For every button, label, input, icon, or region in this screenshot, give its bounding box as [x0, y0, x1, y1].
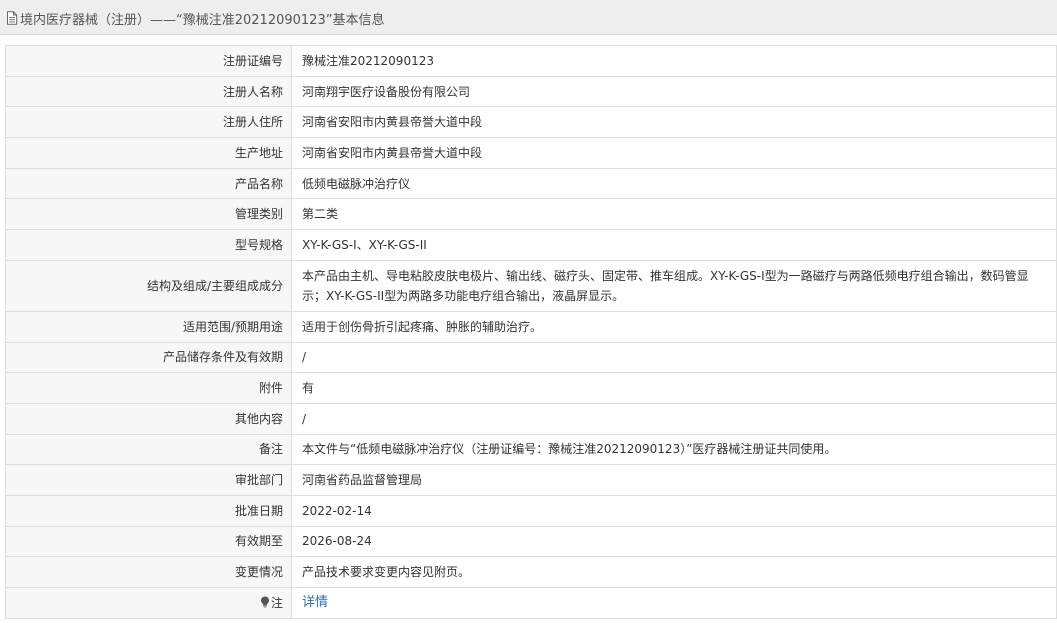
table-row: 适用范围/预期用途 适用于创伤骨折引起疼痛、肿胀的辅助治疗。	[5, 310, 1057, 343]
note-value-cell: 详情	[291, 587, 1057, 619]
note-label: 注	[270, 595, 283, 610]
row-value: 本文件与“低频电磁脉冲治疗仪（注册证编号：豫械注准20212090123）”医疗…	[291, 433, 1057, 466]
row-value: 豫械注准20212090123	[291, 45, 1057, 77]
row-label: 注册人名称	[5, 75, 292, 108]
table-row: 备注 本文件与“低频电磁脉冲治疗仪（注册证编号：豫械注准20212090123）…	[5, 433, 1057, 466]
row-label: 附件	[5, 372, 292, 404]
row-label: 适用范围/预期用途	[5, 310, 292, 343]
note-row: 注 详情	[5, 587, 1057, 619]
row-label: 管理类别	[5, 198, 292, 231]
row-label: 注册人住所	[5, 106, 292, 139]
row-label: 产品名称	[5, 167, 292, 200]
document-icon	[7, 11, 18, 25]
row-value: 低频电磁脉冲治疗仪	[291, 167, 1057, 200]
table-row: 注册证编号 豫械注准20212090123	[5, 45, 1057, 77]
row-value: 产品技术要求变更内容见附页。	[291, 556, 1057, 588]
table-row: 型号规格 XY-K-GS-I、XY-K-GS-II	[5, 229, 1057, 261]
row-label: 备注	[5, 433, 292, 466]
details-link[interactable]: 详情	[302, 595, 328, 610]
row-value: 有	[291, 372, 1057, 404]
row-label: 其他内容	[5, 402, 292, 435]
table-row: 变更情况 产品技术要求变更内容见附页。	[5, 556, 1057, 588]
row-label: 审批部门	[5, 464, 292, 496]
row-value: 第二类	[291, 198, 1057, 231]
row-label: 变更情况	[5, 556, 292, 588]
row-value: 2026-08-24	[291, 525, 1057, 558]
table-row: 审批部门 河南省药品监督管理局	[5, 464, 1057, 496]
row-value: XY-K-GS-I、XY-K-GS-II	[291, 229, 1057, 261]
row-value: 适用于创伤骨折引起疼痛、肿胀的辅助治疗。	[291, 310, 1057, 343]
row-value: 河南省安阳市内黄县帝誉大道中段	[291, 137, 1057, 169]
table-row: 批准日期 2022-02-14	[5, 494, 1057, 527]
row-label: 型号规格	[5, 229, 292, 261]
table-row: 生产地址 河南省安阳市内黄县帝誉大道中段	[5, 137, 1057, 169]
row-label: 结构及组成/主要组成成分	[5, 259, 292, 312]
table-row: 结构及组成/主要组成成分 本产品由主机、导电粘胶皮肤电极片、输出线、磁疗头、固定…	[5, 259, 1057, 312]
row-label: 产品储存条件及有效期	[5, 341, 292, 374]
row-label: 批准日期	[5, 494, 292, 527]
row-label: 注册证编号	[5, 45, 292, 77]
table-row: 注册人住所 河南省安阳市内黄县帝誉大道中段	[5, 106, 1057, 139]
row-value: 2022-02-14	[291, 494, 1057, 527]
lightbulb-icon	[260, 596, 269, 608]
table-row: 有效期至 2026-08-24	[5, 525, 1057, 558]
row-value: /	[291, 341, 1057, 374]
table-row: 其他内容 /	[5, 402, 1057, 435]
table-row: 产品名称 低频电磁脉冲治疗仪	[5, 167, 1057, 200]
table-row: 产品储存条件及有效期 /	[5, 341, 1057, 374]
table-row: 附件 有	[5, 372, 1057, 404]
table-row: 注册人名称 河南翔宇医疗设备股份有限公司	[5, 75, 1057, 108]
row-label: 有效期至	[5, 525, 292, 558]
row-value: 河南翔宇医疗设备股份有限公司	[291, 75, 1057, 108]
note-label-cell: 注	[5, 587, 292, 619]
page-title: 境内医疗器械（注册）——“豫械注准20212090123”基本信息	[6, 10, 385, 28]
page-header: 境内医疗器械（注册）——“豫械注准20212090123”基本信息	[0, 0, 1057, 35]
registration-info-table: 注册证编号 豫械注准20212090123 注册人名称 河南翔宇医疗设备股份有限…	[5, 45, 1057, 619]
row-value: /	[291, 402, 1057, 435]
row-value: 河南省安阳市内黄县帝誉大道中段	[291, 106, 1057, 139]
row-value: 本产品由主机、导电粘胶皮肤电极片、输出线、磁疗头、固定带、推车组成。XY-K-G…	[291, 259, 1057, 312]
page-title-text: 境内医疗器械（注册）——“豫械注准20212090123”基本信息	[20, 12, 385, 28]
table-row: 管理类别 第二类	[5, 198, 1057, 231]
row-value: 河南省药品监督管理局	[291, 464, 1057, 496]
row-label: 生产地址	[5, 137, 292, 169]
